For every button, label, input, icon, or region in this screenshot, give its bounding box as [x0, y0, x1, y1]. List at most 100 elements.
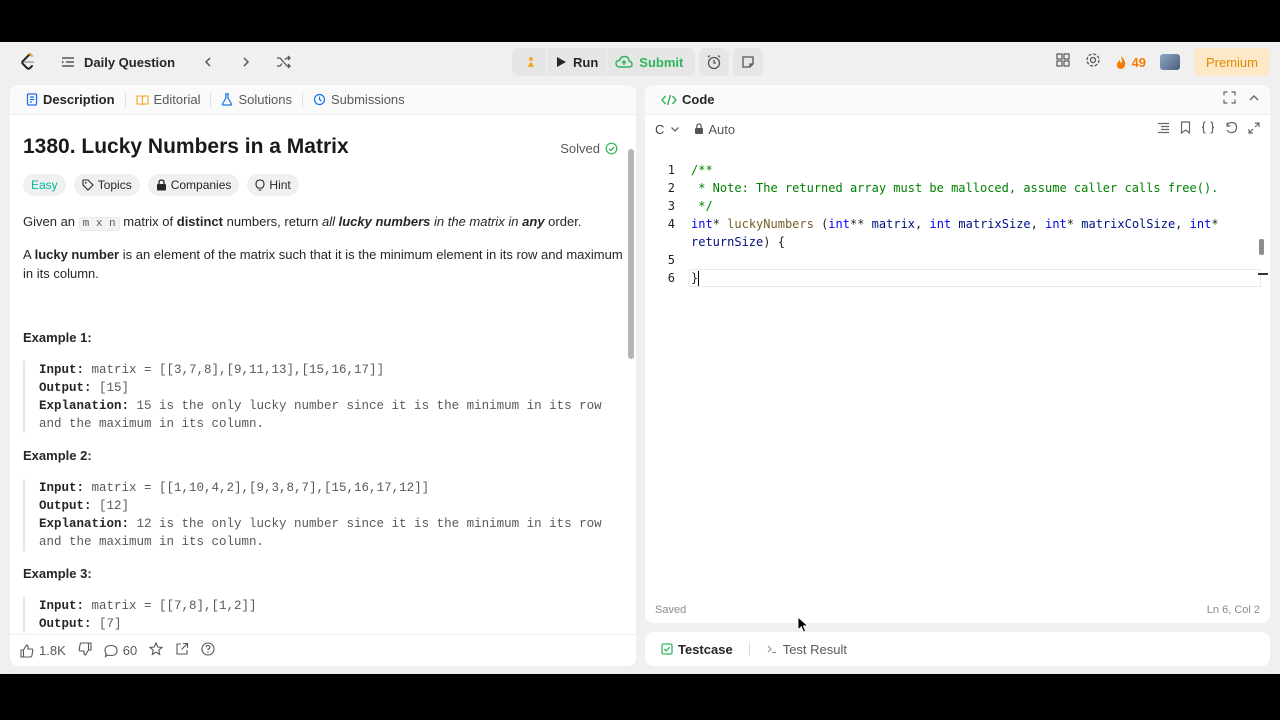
settings-gear-icon[interactable]	[1085, 52, 1101, 73]
output-value: [7]	[91, 617, 122, 631]
debug-icon[interactable]	[516, 48, 546, 76]
braces-icon[interactable]	[1201, 121, 1215, 137]
avatar[interactable]	[1159, 54, 1180, 70]
history-icon	[313, 93, 326, 106]
example-2-block: Input: matrix = [[1,10,4,2],[9,3,8,7],[1…	[23, 479, 613, 551]
maximize-icon[interactable]	[1223, 90, 1236, 109]
example-2-title: Example 2:	[23, 448, 92, 463]
thumbs-down-icon	[78, 642, 92, 656]
run-submit-group: Run Submit	[512, 48, 764, 76]
play-icon	[557, 57, 566, 67]
tab-description[interactable]: Description	[20, 85, 121, 115]
definition-bold: lucky number	[34, 247, 120, 262]
streak-count: 49	[1131, 54, 1146, 70]
notes-icon[interactable]	[733, 48, 764, 76]
problem-title[interactable]: 1380. Lucky Numbers in a Matrix	[23, 135, 349, 159]
next-problem-icon[interactable]	[235, 51, 257, 73]
output-label: Output:	[39, 381, 92, 395]
statement-text: Given an	[23, 214, 79, 229]
dislike-button[interactable]	[78, 642, 92, 659]
input-label: Input:	[39, 481, 85, 495]
like-count: 1.8K	[39, 643, 66, 658]
explanation-continued: and the maximum in its column.	[39, 417, 265, 431]
tag-chips: Easy Topics Companies Hint	[23, 174, 299, 196]
prev-problem-icon[interactable]	[197, 51, 219, 73]
share-icon[interactable]	[175, 642, 189, 659]
statement-text: numbers, return	[222, 214, 322, 229]
tab-solutions[interactable]: Solutions	[215, 85, 297, 115]
shuffle-icon[interactable]	[273, 51, 295, 73]
tab-code[interactable]: Code	[655, 85, 721, 115]
editor-scrollbar[interactable]	[1259, 239, 1264, 255]
tab-editorial[interactable]: Editorial	[130, 85, 207, 115]
language-label: C	[655, 121, 665, 137]
code-brackets-icon	[661, 94, 677, 105]
chevron-down-icon	[671, 127, 680, 132]
tab-testcase[interactable]: Testcase	[655, 634, 739, 664]
checkbox-icon	[661, 643, 673, 655]
auto-label: Auto	[708, 121, 736, 137]
output-label: Output:	[39, 617, 92, 631]
submit-button[interactable]: Submit	[607, 48, 691, 76]
terminal-icon	[767, 645, 776, 654]
editor-scroll-marker	[1258, 273, 1268, 275]
topics-label: Topics	[97, 178, 132, 192]
line-number: 5	[667, 253, 675, 267]
streak-counter[interactable]: 49	[1115, 55, 1146, 70]
input-label: Input:	[39, 599, 85, 613]
input-value: matrix = [[3,7,8],[9,11,13],[15,16,17]]	[84, 363, 385, 377]
text-cursor	[698, 271, 700, 286]
alarm-clock-icon[interactable]	[699, 48, 730, 76]
code-line: returnSize) {	[691, 235, 785, 249]
bookmark-icon[interactable]	[1180, 121, 1191, 137]
code-title: Code	[682, 92, 715, 107]
companies-chip[interactable]: Companies	[147, 174, 240, 196]
comments-button[interactable]: 60	[104, 643, 137, 658]
code-line: 5	[645, 251, 1255, 269]
premium-button[interactable]: Premium	[1193, 48, 1270, 76]
leetcode-logo-icon[interactable]	[18, 52, 38, 72]
format-lines-icon[interactable]	[1157, 121, 1170, 137]
layout-icon[interactable]	[1055, 52, 1071, 73]
hint-chip[interactable]: Hint	[247, 174, 299, 196]
collapse-chevron-up-icon[interactable]	[1248, 91, 1260, 109]
user-area: 49 Premium	[1055, 48, 1270, 76]
reset-icon[interactable]	[1225, 121, 1238, 137]
statement-text: matrix of	[119, 214, 177, 229]
solved-label: Solved	[560, 141, 600, 156]
fullscreen-icon[interactable]	[1248, 121, 1260, 137]
output-value: [15]	[91, 381, 130, 395]
tab-solutions-label: Solutions	[238, 92, 292, 107]
code-line: 2 * Note: The returned array must be mal…	[645, 179, 1255, 197]
problem-list-icon[interactable]	[60, 54, 76, 70]
line-number: 6	[667, 271, 675, 285]
example-3-block: Input: matrix = [[7,8],[1,2]] Output: [7…	[23, 597, 613, 633]
tab-test-result[interactable]: Test Result	[760, 634, 853, 664]
help-icon[interactable]	[201, 642, 215, 659]
run-button[interactable]: Run	[547, 48, 606, 76]
difficulty-badge: Easy	[23, 174, 66, 196]
code-editor[interactable]: 1/** 2 * Note: The returned array must b…	[645, 153, 1270, 593]
comment-count: 60	[122, 643, 138, 658]
statement-italic: all	[321, 214, 335, 229]
tab-submissions[interactable]: Submissions	[307, 85, 411, 115]
inline-code: m x n	[78, 217, 120, 231]
auto-mode-toggle[interactable]: Auto	[694, 122, 735, 137]
tab-description-label: Description	[43, 92, 115, 107]
definition-text: A	[23, 247, 35, 262]
companies-label: Companies	[170, 178, 232, 192]
line-number: 2	[667, 181, 675, 195]
problem-description: 1380. Lucky Numbers in a Matrix Solved E…	[10, 115, 636, 635]
language-selector[interactable]: C	[655, 122, 680, 137]
topics-chip[interactable]: Topics	[73, 174, 140, 196]
flame-icon	[1116, 55, 1125, 69]
lucky-number-definition: A lucky number is an element of the matr…	[23, 245, 623, 283]
saved-status: Saved	[655, 604, 687, 616]
description-scrollbar[interactable]	[628, 149, 634, 359]
input-label: Input:	[39, 363, 85, 377]
favorite-star-icon[interactable]	[148, 641, 164, 659]
like-button[interactable]: 1.8K	[20, 643, 66, 658]
testcase-label: Testcase	[678, 641, 733, 657]
daily-question-link[interactable]: Daily Question	[84, 55, 175, 70]
solved-status: Solved	[560, 141, 618, 156]
